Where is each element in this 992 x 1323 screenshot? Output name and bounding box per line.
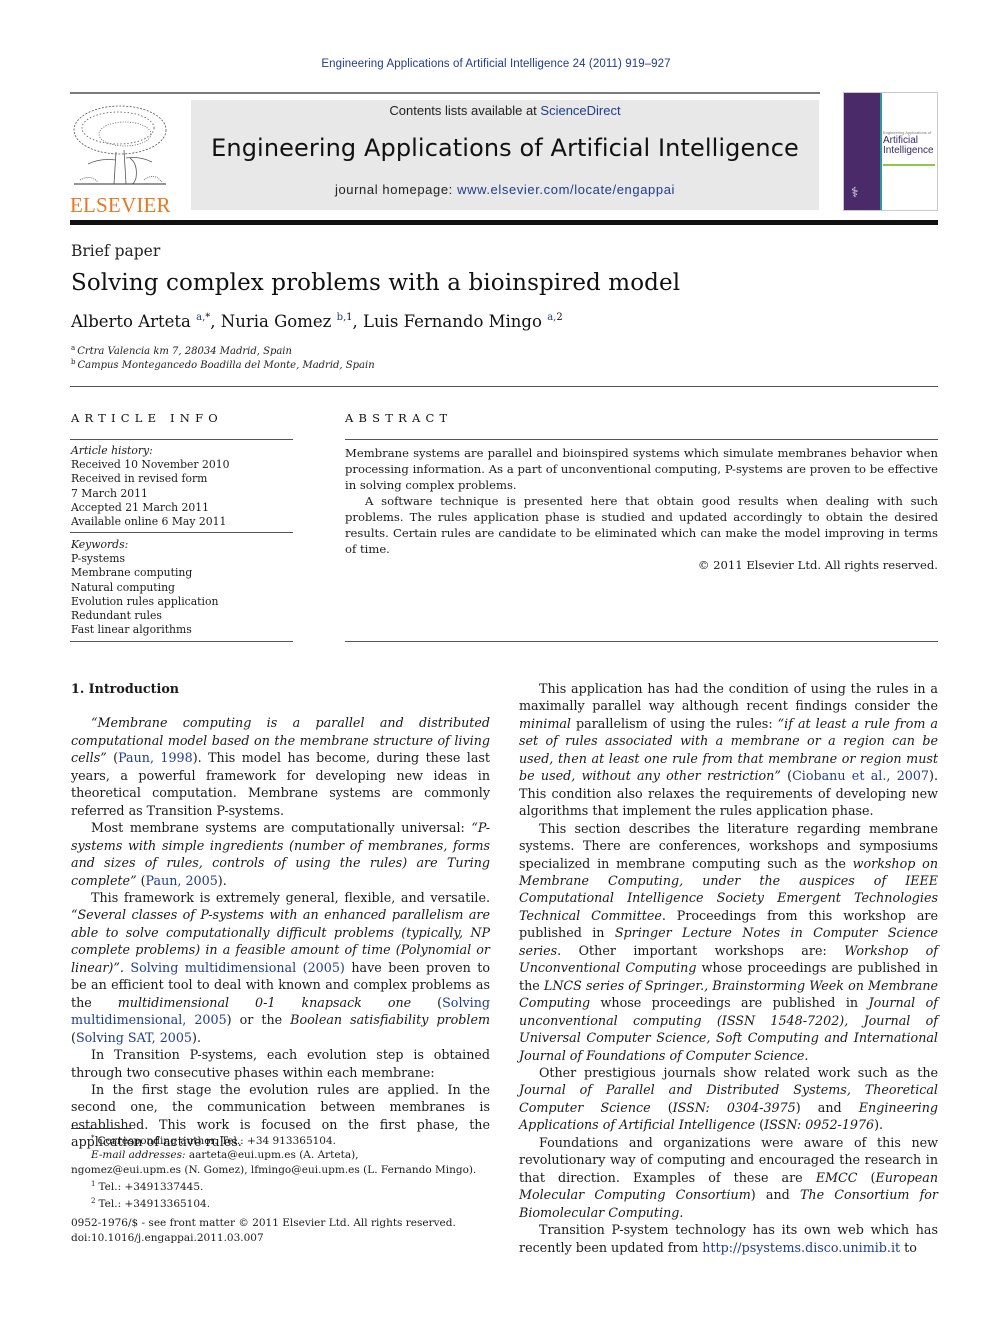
keywords: Keywords: P-systems Membrane computing N… [71, 538, 293, 637]
journal-cover-thumbnail[interactable]: Engineering Applications of Artificial I… [843, 92, 938, 211]
masthead-bottom-rule [70, 220, 938, 225]
elsevier-wordmark: ELSEVIER [70, 193, 171, 217]
elsevier-logo[interactable]: ELSEVIER [70, 100, 171, 216]
homepage-prefix: journal homepage: [334, 182, 458, 197]
cover-title-line2: Intelligence [883, 145, 934, 156]
journal-banner: Contents lists available at ScienceDirec… [191, 100, 819, 210]
footnote-1: 1 Tel.: +3491337445. [91, 1179, 204, 1193]
homepage-link[interactable]: www.elsevier.com/locate/engappai [457, 182, 675, 197]
article-info-heading: ARTICLE INFO [71, 411, 223, 425]
body-left-column: 1. Introduction “Membrane computing is a… [71, 680, 490, 1151]
body-paragraph: This framework is extremely general, fle… [71, 889, 491, 1045]
citation-link[interactable]: Solving SAT, 2005 [76, 1030, 192, 1045]
psystems-url-link[interactable]: http://psystems.disco.unimib.it [702, 1240, 900, 1255]
abstract-paragraph: A software technique is presented here t… [345, 494, 938, 556]
contents-prefix: Contents lists available at [389, 103, 541, 118]
front-matter: 0952-1976/$ - see front matter © 2011 El… [71, 1216, 456, 1245]
body-paragraph: This section describes the literature re… [519, 820, 939, 1063]
journal-title: Engineering Applications of Artificial I… [211, 134, 799, 162]
abstract-copyright: © 2011 Elsevier Ltd. All rights reserved… [697, 558, 938, 572]
doi[interactable]: doi:10.1016/j.engappai.2011.03.007 [71, 1231, 456, 1246]
body-paragraph: This application has had the condition o… [519, 681, 938, 819]
history-label: Article history: [71, 444, 153, 457]
abstract-rule-top [345, 439, 938, 440]
author-list: Alberto Arteta a,*, Nuria Gomez b,1, Lui… [71, 312, 563, 331]
body-paragraph: Transition P-system technology has its o… [519, 1222, 938, 1255]
body-paragraph: Foundations and organizations were aware… [519, 1134, 938, 1220]
article-info-rule-top [70, 439, 293, 440]
elsevier-tree-icon [73, 105, 167, 185]
author-affiliation-mark[interactable]: a,* [196, 312, 210, 323]
history-item: Received 10 November 2010 [71, 458, 230, 472]
affiliation-b: b Campus Montegancedo Boadilla del Monte,… [71, 358, 375, 371]
affiliation-a: a Crtra Valencia km 7, 28034 Madrid, Spai… [71, 344, 292, 357]
history-item: Available online 6 May 2011 [71, 515, 227, 529]
abstract-heading: ABSTRACT [345, 411, 453, 425]
author-name[interactable]: Alberto Arteta [71, 312, 191, 331]
citation-link[interactable]: Paun, 2005 [146, 873, 218, 888]
abstract-paragraph: Membrane systems are parallel and bioins… [345, 446, 938, 492]
article-type: Brief paper [71, 242, 161, 260]
article-info-rule-bottom [70, 641, 293, 642]
history-item: Accepted 21 March 2011 [71, 500, 209, 514]
keyword-item: Redundant rules [71, 609, 162, 623]
body-right-column: This application has had the condition o… [519, 680, 938, 1256]
journal-homepage: journal homepage: www.elsevier.com/locat… [191, 182, 819, 197]
issn-copyright: 0952-1976/$ - see front matter © 2011 El… [71, 1217, 456, 1229]
keyword-item: P-systems [71, 552, 126, 566]
body-paragraph: Other prestigious journals show related … [519, 1064, 938, 1133]
keyword-item: Membrane computing [71, 566, 193, 580]
citation-link[interactable]: Ciobanu et al., 2007 [792, 768, 929, 783]
author-name[interactable]: Nuria Gomez [221, 312, 332, 331]
cover-green-strip [883, 164, 935, 166]
author-affiliation-mark[interactable]: a,2 [547, 312, 563, 323]
sciencedirect-link[interactable]: ScienceDirect [540, 103, 620, 118]
title-divider [70, 386, 938, 387]
article-history: Article history: Received 10 November 20… [71, 444, 293, 529]
keyword-item: Fast linear algorithms [71, 623, 192, 637]
contents-line: Contents lists available at ScienceDirec… [191, 103, 819, 118]
footnote-rule [71, 1128, 131, 1129]
citation-link[interactable]: Solving multidimensional (2005) [130, 960, 344, 975]
body-paragraph: In Transition P-systems, each evolution … [71, 1047, 490, 1080]
keywords-label: Keywords: [71, 538, 129, 551]
article-title: Solving complex problems with a bioinspi… [71, 270, 681, 296]
history-item: 7 March 2011 [71, 486, 148, 500]
body-paragraph: Most membrane systems are computationall… [71, 820, 490, 888]
footnotes: * Corresponding author. Tel.: +34 9133651… [71, 1131, 490, 1211]
history-item: Received in revised form [71, 472, 208, 486]
cover-teal-edge [880, 93, 882, 210]
footnote-emails: E-mail addresses: aarteta@eui.upm.es (A.… [91, 1149, 359, 1162]
running-head[interactable]: Engineering Applications of Artificial I… [0, 58, 992, 70]
section-heading: 1. Introduction [71, 681, 180, 696]
citation-link[interactable]: Paun, 1998 [118, 750, 193, 765]
author-name[interactable]: Luis Fernando Mingo [363, 312, 542, 331]
ifac-emblem-icon: ⚕ [851, 185, 859, 201]
body-paragraph: “Membrane computing is a parallel and di… [71, 715, 490, 818]
footnote-emails-cont: ngomez@eui.upm.es (N. Gomez), lfmingo@eu… [71, 1163, 477, 1176]
footnote-2: 2 Tel.: +34913365104. [91, 1197, 211, 1211]
author-affiliation-mark[interactable]: b,1 [337, 312, 353, 323]
abstract-rule-bottom [345, 641, 938, 642]
keyword-item: Evolution rules application [71, 594, 219, 608]
article-info-rule-mid [70, 532, 293, 533]
abstract-body: Membrane systems are parallel and bioins… [345, 445, 938, 573]
keyword-item: Natural computing [71, 580, 175, 594]
masthead-top-rule [70, 92, 820, 94]
cover-purple-band [844, 93, 880, 210]
footnote-corresponding: * Corresponding author. Tel.: +34 9133651… [91, 1134, 337, 1147]
